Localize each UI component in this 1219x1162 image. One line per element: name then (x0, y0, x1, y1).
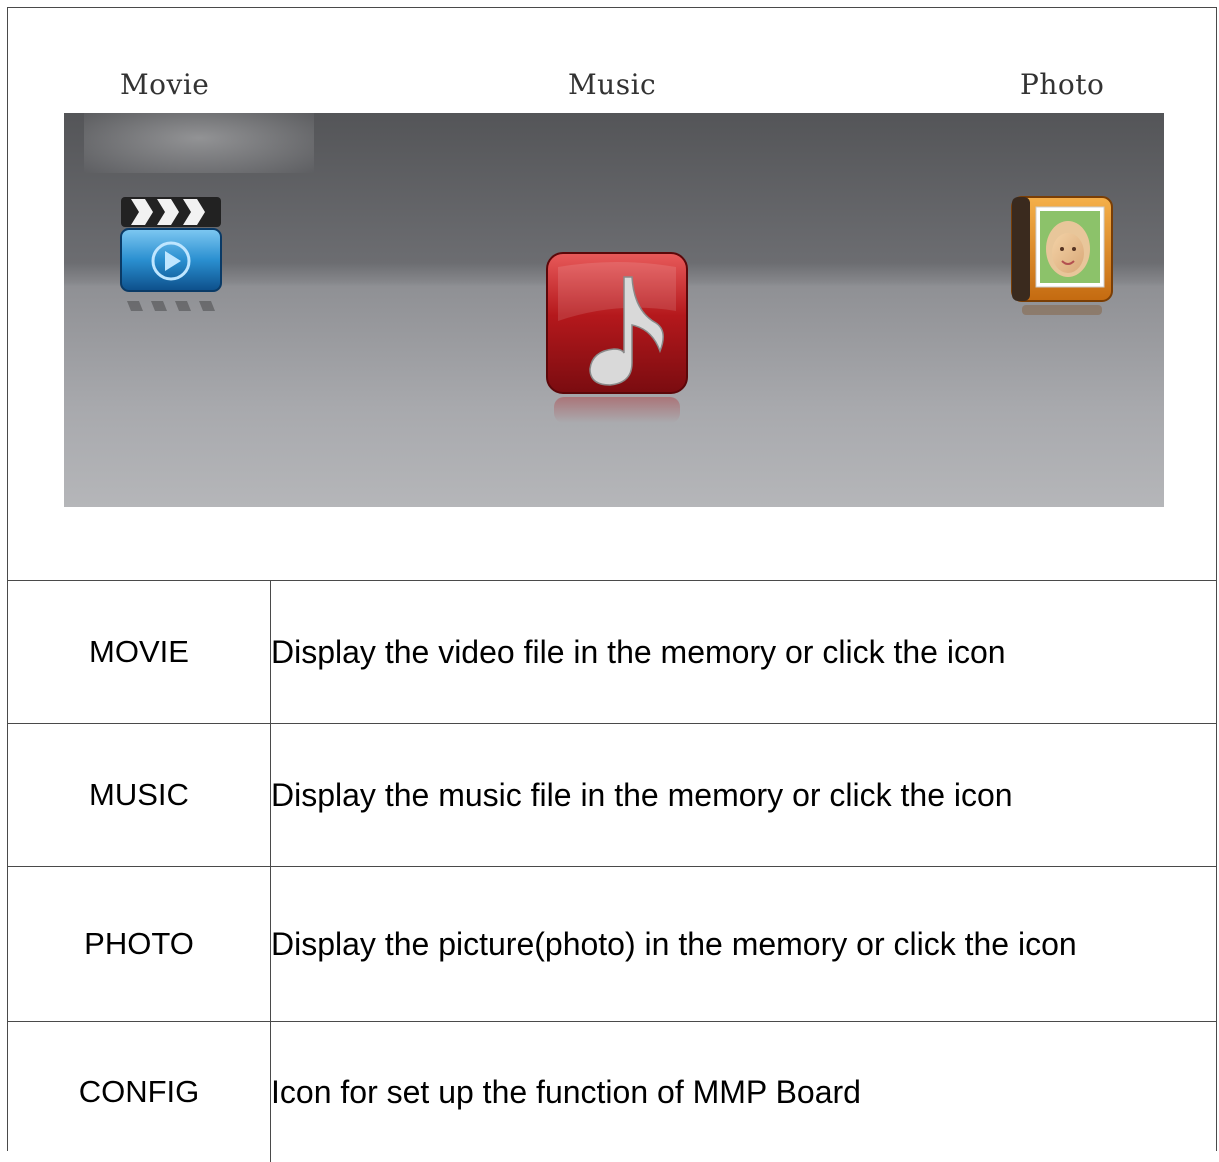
function-description: Icon for set up the function of MMP Boar… (271, 1022, 1217, 1162)
clapperboard-icon[interactable] (119, 193, 223, 313)
function-name: CONFIG (8, 1022, 271, 1162)
music-label: Music (568, 68, 656, 101)
media-carousel (64, 113, 1164, 507)
table-row: MUSIC Display the music file in the memo… (8, 724, 1216, 867)
media-menu-section: Movie Music Photo (8, 8, 1216, 580)
movie-label: Movie (120, 68, 209, 101)
table-row: CONFIG Icon for set up the function of M… (8, 1022, 1216, 1162)
function-table: MOVIE Display the video file in the memo… (8, 580, 1216, 1162)
music-note-icon[interactable] (544, 251, 690, 426)
function-name: MOVIE (8, 581, 271, 724)
table-row: MOVIE Display the video file in the memo… (8, 581, 1216, 724)
function-description: Display the picture(photo) in the memory… (271, 867, 1217, 1022)
function-name: PHOTO (8, 867, 271, 1022)
table-row: PHOTO Display the picture(photo) in the … (8, 867, 1216, 1022)
document-frame: Movie Music Photo (7, 7, 1217, 1151)
function-description: Display the video file in the memory or … (271, 581, 1217, 724)
photo-label: Photo (1020, 68, 1104, 101)
function-description: Display the music file in the memory or … (271, 724, 1217, 867)
photo-album-icon[interactable] (1008, 191, 1116, 316)
function-name: MUSIC (8, 724, 271, 867)
stage-glow (84, 113, 314, 173)
